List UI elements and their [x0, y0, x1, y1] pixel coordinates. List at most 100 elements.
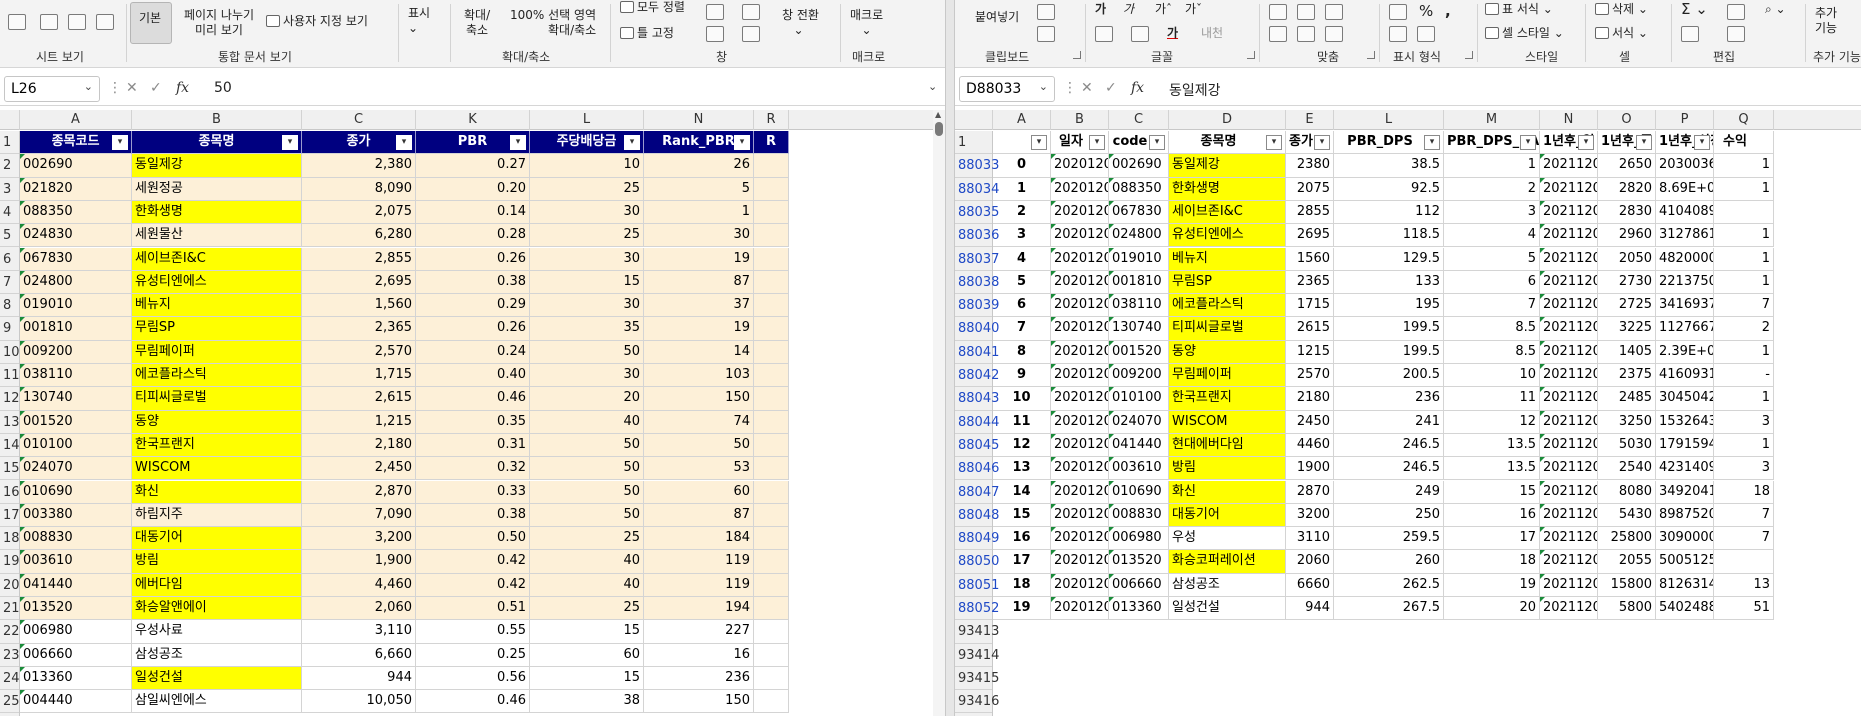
column-header-k[interactable]: K: [416, 110, 530, 130]
split-window-icon[interactable]: [706, 4, 724, 20]
cell[interactable]: 002690: [20, 154, 132, 178]
cell[interactable]: 200.5: [1334, 364, 1444, 388]
cell[interactable]: 259.5: [1334, 527, 1444, 551]
arrange-all-button[interactable]: 모두 정렬: [620, 0, 685, 15]
cell[interactable]: 7: [1714, 527, 1774, 551]
cell[interactable]: 2725: [1598, 294, 1656, 318]
cell[interactable]: 1215: [1286, 340, 1334, 364]
cell[interactable]: 51: [1714, 597, 1774, 621]
cell[interactable]: 013520: [1109, 550, 1169, 574]
cell[interactable]: 2,060: [302, 597, 416, 621]
cell[interactable]: [754, 620, 789, 644]
row-header[interactable]: 88046: [955, 457, 999, 481]
cell[interactable]: 010100: [20, 433, 132, 458]
stock-name-cell[interactable]: WISCOM: [132, 457, 302, 481]
zoom-to-selection-button[interactable]: 선택 영역 확대/축소: [548, 8, 596, 38]
currency-icon[interactable]: [1389, 4, 1407, 20]
cell[interactable]: 20211201: [1540, 387, 1598, 411]
cell[interactable]: 8,090: [302, 177, 416, 201]
align-left-icon[interactable]: [1269, 4, 1287, 20]
cell[interactable]: 019010: [20, 294, 132, 318]
cell[interactable]: 013360: [1109, 597, 1169, 621]
row-header[interactable]: 93414: [955, 644, 999, 667]
cell[interactable]: 20201201: [1051, 503, 1109, 528]
cell[interactable]: 50: [530, 503, 644, 528]
cell[interactable]: 20201201: [1051, 340, 1109, 364]
cell[interactable]: 20211201: [1540, 200, 1598, 225]
stock-name-cell[interactable]: 대동기어: [1169, 503, 1286, 528]
cell[interactable]: 35: [530, 317, 644, 341]
cell[interactable]: 038110: [1109, 294, 1169, 318]
sync-scroll-icon[interactable]: [742, 26, 760, 42]
row-header[interactable]: 93416: [955, 690, 999, 714]
sort-filter-icon[interactable]: [1727, 4, 1745, 20]
cell[interactable]: 60: [644, 480, 754, 504]
increase-decimal-icon[interactable]: [1389, 26, 1407, 42]
cell[interactable]: 20201201: [1051, 364, 1109, 388]
autosum-button[interactable]: Σ ⌄: [1681, 2, 1708, 17]
cell[interactable]: 001520: [20, 410, 132, 434]
cell[interactable]: 024070: [20, 457, 132, 481]
select-all-corner[interactable]: [955, 110, 993, 130]
cell[interactable]: 30: [530, 294, 644, 318]
cell[interactable]: [754, 550, 789, 574]
cell[interactable]: 50: [644, 433, 754, 458]
cell[interactable]: 7,090: [302, 503, 416, 528]
cell[interactable]: 013520: [20, 597, 132, 621]
shrink-font-button[interactable]: 가ˇ: [1185, 2, 1202, 17]
cell[interactable]: 30: [530, 247, 644, 271]
cell[interactable]: 236: [1334, 387, 1444, 411]
font-color-button[interactable]: 가: [1167, 26, 1178, 41]
header-cell[interactable]: code ▾: [1109, 131, 1169, 155]
row-header[interactable]: 8: [0, 294, 19, 318]
cell[interactable]: 041440: [1109, 433, 1169, 458]
cell[interactable]: 20201201: [1051, 480, 1109, 504]
cell[interactable]: 0.50: [416, 527, 530, 551]
cell[interactable]: 1,215: [302, 410, 416, 434]
cell[interactable]: 236: [644, 666, 754, 691]
stock-name-cell[interactable]: 대동기어: [132, 527, 302, 551]
row-header[interactable]: 9: [0, 317, 19, 341]
macros-button[interactable]: 매크로 ⌄: [850, 8, 883, 38]
cell[interactable]: 10: [1444, 364, 1540, 388]
cell[interactable]: 241: [1334, 410, 1444, 434]
cell[interactable]: 246.5: [1334, 433, 1444, 458]
cell[interactable]: 8987520: [1656, 503, 1714, 528]
cell[interactable]: 16: [1444, 503, 1540, 528]
stock-name-cell[interactable]: 한국프랜지: [132, 433, 302, 458]
cell[interactable]: 2,450: [302, 457, 416, 481]
cell[interactable]: 3250: [1598, 410, 1656, 434]
cell[interactable]: 119: [644, 573, 754, 597]
cell[interactable]: 262.5: [1334, 573, 1444, 597]
cell[interactable]: 4,460: [302, 573, 416, 597]
cell[interactable]: [754, 317, 789, 341]
stock-name-cell[interactable]: 일성건설: [1169, 597, 1286, 621]
cell[interactable]: 103: [644, 364, 754, 388]
enter-icon[interactable]: ✓: [1105, 80, 1117, 96]
column-header-o[interactable]: O: [1598, 110, 1656, 130]
cell[interactable]: 2855: [1286, 200, 1334, 225]
cell[interactable]: 5430: [1598, 503, 1656, 528]
filter-dropdown-icon[interactable]: ▾: [1636, 135, 1652, 150]
cell[interactable]: 20: [530, 387, 644, 411]
stock-name-cell[interactable]: 방림: [132, 550, 302, 574]
stock-name-cell[interactable]: 한화생명: [132, 200, 302, 225]
cell[interactable]: 15: [1444, 480, 1540, 504]
expand-formula-icon[interactable]: ⌄: [928, 80, 937, 93]
switch-windows-button[interactable]: 창 전환 ⌄: [782, 8, 819, 38]
cell[interactable]: 2650: [1598, 154, 1656, 178]
cell[interactable]: 12: [1444, 410, 1540, 434]
cell[interactable]: 2050: [1598, 247, 1656, 271]
cell[interactable]: 0.46: [416, 387, 530, 411]
row-header[interactable]: 5: [0, 224, 19, 248]
zoom-button[interactable]: 확대/ 축소: [464, 8, 490, 38]
stock-name-cell[interactable]: 티피씨글로벌: [132, 387, 302, 411]
cell[interactable]: 20201201: [1051, 154, 1109, 178]
cell[interactable]: 20211201: [1540, 340, 1598, 364]
stock-name-cell[interactable]: WISCOM: [1169, 410, 1286, 434]
stock-name-cell[interactable]: 삼일씨엔에스: [132, 690, 302, 714]
row-header[interactable]: 12: [0, 387, 20, 411]
cell[interactable]: 5800: [1598, 597, 1656, 621]
stock-name-cell[interactable]: 현대에버다임: [1169, 433, 1286, 458]
cell[interactable]: 004440: [20, 690, 132, 714]
